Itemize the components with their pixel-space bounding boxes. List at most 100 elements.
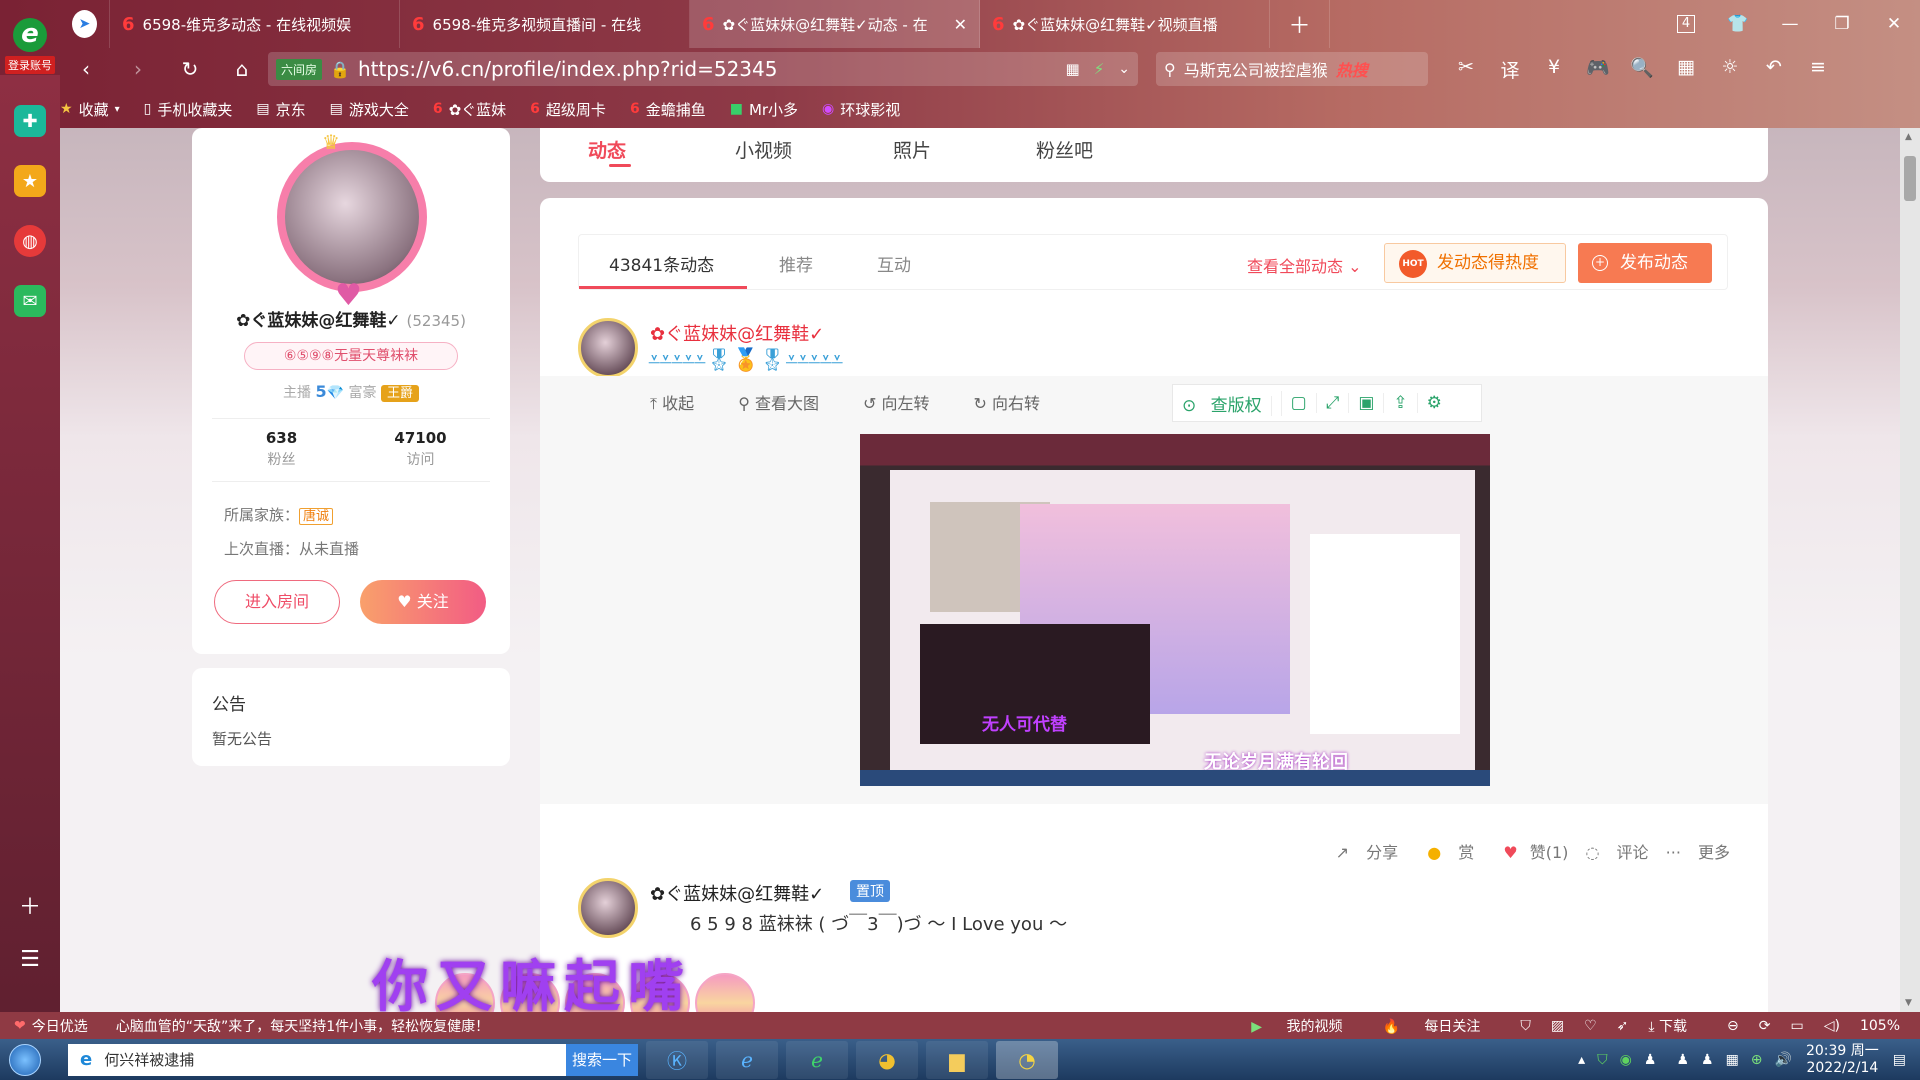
qq-icon[interactable]: ♟ — [1676, 1052, 1689, 1068]
share-icon[interactable]: ⇪ — [1384, 393, 1418, 413]
network-icon[interactable]: ▦ — [1726, 1052, 1739, 1068]
zoom-level[interactable]: 105% — [1860, 1018, 1900, 1034]
scroll-up-icon[interactable]: ▲ — [1905, 132, 1912, 142]
minimize-icon[interactable]: — — [1764, 14, 1816, 34]
reload-icon[interactable]: ↻ — [164, 57, 216, 81]
star-app-icon[interactable]: ★ — [14, 165, 46, 197]
bookmark-item[interactable]: ▤ 京东 — [256, 99, 305, 120]
bookmark-item[interactable]: ▯ 手机收藏夹 — [144, 99, 233, 120]
news-ticker[interactable]: 心脑血管的“天敌”来了，每天坚持1件小事，轻松恢复健康！ — [116, 1016, 489, 1036]
k-app-icon[interactable]: Ⓚ — [646, 1040, 708, 1079]
tab-fan-club[interactable]: 粉丝吧 — [1036, 136, 1093, 163]
view-large-button[interactable]: ⚲ 查看大图 — [738, 390, 841, 414]
save-icon[interactable]: ▣ — [1349, 393, 1385, 413]
hot-post-button[interactable]: HOT 发动态得热度 — [1384, 243, 1566, 283]
translate-icon[interactable]: 译 — [1488, 56, 1532, 83]
post-avatar[interactable] — [578, 878, 638, 938]
lightning-icon[interactable]: ⚡ — [1094, 60, 1105, 78]
browser-tab[interactable]: 6 6598-维克多动态 - 在线视频娱 — [110, 0, 400, 48]
qq-icon[interactable]: ♟ — [1701, 1052, 1714, 1068]
feed-tab-interact[interactable]: 互动 — [877, 251, 911, 276]
rotate-left-button[interactable]: ↺ 向左转 — [863, 390, 952, 414]
post-author[interactable]: ✿ぐ蓝妹妹@红舞鞋✓ — [650, 880, 824, 906]
tray-plus-icon[interactable]: ⊕ — [1751, 1052, 1763, 1068]
undo-icon[interactable]: ↶ — [1752, 56, 1796, 83]
scroll-down-icon[interactable]: ▼ — [1905, 998, 1912, 1008]
forward-icon[interactable]: › — [112, 57, 164, 81]
download-button[interactable]: ⤓ 下载 — [1648, 1016, 1707, 1036]
ad-block-icon[interactable]: ⊖ — [1727, 1018, 1739, 1034]
page-scrollbar[interactable]: ▲ ▼ — [1900, 128, 1920, 1012]
bookmark-item[interactable]: 6 ✿ぐ蓝妹 — [433, 99, 506, 120]
green-browser-icon[interactable]: ℯ — [786, 1040, 848, 1079]
post-avatar[interactable] — [578, 318, 638, 378]
add-icon[interactable]: ＋ — [19, 889, 41, 921]
list-icon[interactable]: ☰ — [20, 947, 40, 972]
browser-tab-active[interactable]: 6 ✿ぐ蓝妹妹@红舞鞋✓动态 - 在 ✕ — [690, 0, 980, 48]
window-icon[interactable]: ▭ — [1791, 1018, 1804, 1034]
publish-button[interactable]: + 发布动态 — [1578, 243, 1712, 283]
tray-app-icon[interactable]: ◉ — [1620, 1052, 1632, 1068]
rocket-icon[interactable]: ➶ — [1617, 1018, 1629, 1034]
tab-short-video[interactable]: 小视频 — [735, 136, 792, 163]
follow-button[interactable]: ♥ 关注 — [360, 580, 486, 624]
clan-badge[interactable]: 唐诚 — [299, 508, 334, 525]
image-icon[interactable]: ▨ — [1551, 1018, 1564, 1034]
address-bar[interactable]: 六间房 🔒 https://v6.cn/profile/index.php?ri… — [268, 52, 1138, 86]
my-video-button[interactable]: ▶ 我的视频 — [1251, 1016, 1362, 1036]
scissors-icon[interactable]: ✂ — [1444, 56, 1488, 83]
enter-room-button[interactable]: 进入房间 — [214, 580, 340, 624]
post-author[interactable]: ✿ぐ蓝妹妹@红舞鞋✓ — [650, 320, 824, 346]
grid-icon[interactable]: ▦ — [1664, 56, 1708, 83]
taskbar-search-input[interactable]: e 何兴祥被逮捕 搜索一下 — [68, 1043, 638, 1076]
home-icon[interactable]: ⌂ — [216, 57, 268, 81]
chrome-icon[interactable]: ◕ — [856, 1040, 918, 1079]
start-button[interactable] — [0, 1039, 50, 1080]
more-action[interactable]: ··· 更多 — [1666, 843, 1730, 862]
tab-count-badge[interactable]: 4 — [1677, 15, 1695, 33]
taskbar-search-button[interactable]: 搜索一下 — [566, 1043, 638, 1076]
copyright-check-button[interactable]: ⊙ 查版权 — [1173, 390, 1282, 416]
heartbeat-icon[interactable]: ♡ — [1584, 1018, 1597, 1034]
search-input[interactable]: ⚲ 马斯克公司被控虐猴 热搜 — [1156, 52, 1428, 86]
bookmark-favorites[interactable]: ★ 收藏 ▾ — [60, 99, 120, 120]
tab-nav[interactable]: ➤ — [60, 0, 110, 48]
settings-icon[interactable]: ⚙ — [1418, 393, 1451, 413]
coin-icon[interactable]: ¥ — [1532, 56, 1576, 83]
today-picks[interactable]: 今日优选 — [32, 1016, 88, 1036]
comment-action[interactable]: ◌ 评论 — [1585, 843, 1648, 862]
browser-tab[interactable]: 6 ✿ぐ蓝妹妹@红舞鞋✓视频直播 — [980, 0, 1270, 48]
restore-icon[interactable]: ❐ — [1816, 14, 1868, 34]
mail-icon[interactable]: ✉ — [14, 285, 46, 317]
rotate-right-button[interactable]: ↻ 向右转 — [974, 390, 1063, 414]
clock[interactable]: 20:39 周一 2022/2/14 — [1806, 1043, 1879, 1077]
close-tab-icon[interactable]: ✕ — [954, 15, 967, 34]
skin-icon[interactable]: 👕 — [1712, 14, 1764, 34]
qq-icon[interactable]: ♟ — [1644, 1052, 1657, 1068]
back-icon[interactable]: ‹ — [60, 57, 112, 81]
like-action[interactable]: ♥ 赞(1) — [1491, 843, 1568, 862]
gamepad-icon[interactable]: 🎮 — [1576, 56, 1620, 83]
feed-tab-all[interactable]: 43841条动态 — [609, 251, 714, 276]
shield-icon[interactable]: ⛉ — [1520, 1018, 1531, 1034]
tray-arrow-icon[interactable]: ▴ — [1578, 1052, 1585, 1068]
notification-icon[interactable]: ▤ — [1893, 1052, 1906, 1068]
post-image[interactable]: 无人可代替 无论岁月满有轮回 — [860, 434, 1490, 786]
plus-app-icon[interactable]: ✚ — [14, 105, 46, 137]
bookmark-item[interactable]: ◉ 环球影视 — [822, 99, 900, 120]
qr-icon[interactable]: ▦ — [1066, 60, 1080, 78]
weibo-icon[interactable]: ◍ — [14, 225, 46, 257]
daily-follow-button[interactable]: 🔥 每日关注 — [1382, 1016, 1500, 1036]
fit-icon[interactable]: ▢ — [1282, 393, 1317, 413]
expand-icon[interactable]: ⤢ — [1317, 393, 1350, 413]
bookmark-item[interactable]: 6 金蟾捕鱼 — [630, 99, 706, 120]
fans-stat[interactable]: 638 粉丝 — [212, 419, 351, 481]
browser-tab[interactable]: 6 6598-维克多视频直播间 - 在线 — [400, 0, 690, 48]
volume-icon[interactable]: 🔊 — [1775, 1052, 1792, 1068]
ie-app-icon[interactable]: ℯ — [716, 1040, 778, 1079]
browser-logo-icon[interactable]: e — [13, 18, 47, 52]
reward-action[interactable]: ● 赏 — [1415, 843, 1474, 862]
bookmark-item[interactable]: ■ Mr小多 — [730, 99, 798, 120]
view-all-dropdown[interactable]: 查看全部动态 ⌄ — [1247, 253, 1362, 277]
magnifier-icon[interactable]: 🔍 — [1620, 56, 1664, 83]
